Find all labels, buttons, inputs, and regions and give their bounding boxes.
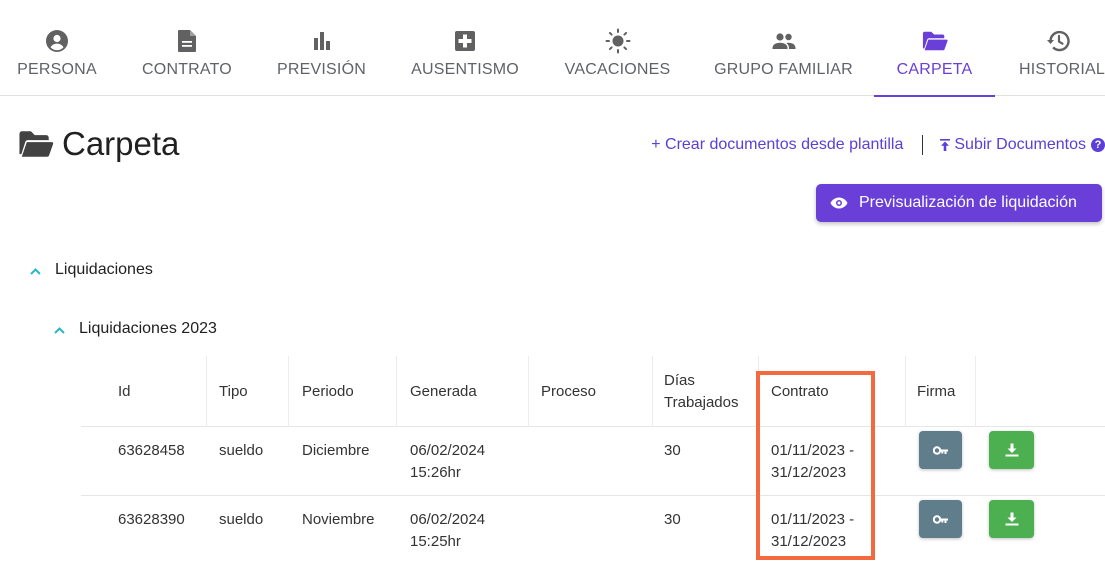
column-header-proceso: Proceso bbox=[541, 382, 597, 400]
column-header-dias-trabajados: Días Trabajados bbox=[664, 356, 739, 427]
cell-id: 63628458 bbox=[118, 442, 185, 459]
column-header-periodo: Periodo bbox=[302, 382, 354, 400]
chevron-up-icon bbox=[30, 263, 41, 278]
column-header-line: Trabajados bbox=[664, 393, 739, 411]
tab-vacaciones[interactable]: VACACIONES bbox=[564, 0, 671, 96]
table-row: 63628390 sueldo Noviembre 06/02/2024 15:… bbox=[81, 496, 1105, 565]
download-icon bbox=[1005, 443, 1019, 457]
sign-key-button[interactable] bbox=[919, 431, 962, 469]
medical-plus-icon bbox=[452, 28, 478, 54]
header-actions: + Crear documentos desde plantilla Subir… bbox=[651, 135, 1105, 155]
section-liquidaciones-2023[interactable]: Liquidaciones 2023 bbox=[54, 320, 217, 338]
column-divider bbox=[905, 356, 906, 427]
page-title: Carpeta bbox=[18, 125, 179, 163]
cell-tipo: sueldo bbox=[219, 442, 264, 459]
tab-label: CARPETA bbox=[896, 61, 973, 78]
help-icon[interactable]: ? bbox=[1091, 138, 1105, 152]
cell-id: 63628390 bbox=[118, 511, 185, 528]
tab-label: HISTORIAL bbox=[1019, 61, 1105, 78]
history-icon bbox=[1046, 28, 1072, 54]
column-divider bbox=[288, 356, 289, 427]
cell-generada-time: 15:25hr bbox=[410, 533, 461, 550]
column-header-id: Id bbox=[118, 382, 131, 400]
section-liquidaciones[interactable]: Liquidaciones bbox=[30, 261, 153, 279]
cell-generada: 06/02/2024 bbox=[410, 442, 486, 459]
document-icon bbox=[174, 28, 200, 54]
column-header-firma: Firma bbox=[917, 382, 956, 400]
table-header-row: Id Tipo Periodo Generada Proceso Días Tr… bbox=[81, 356, 1105, 427]
key-icon bbox=[932, 445, 949, 455]
cell-tipo: sueldo bbox=[219, 511, 264, 528]
download-button[interactable] bbox=[989, 500, 1034, 538]
tab-label: CONTRATO bbox=[142, 61, 232, 78]
tab-label: VACACIONES bbox=[564, 61, 671, 78]
key-icon bbox=[932, 514, 949, 524]
column-header-line: Días bbox=[664, 371, 695, 389]
page-title-text: Carpeta bbox=[62, 125, 180, 162]
column-divider bbox=[652, 356, 653, 427]
sign-key-button[interactable] bbox=[919, 500, 962, 538]
cell-generada-time: 15:26hr bbox=[410, 464, 461, 481]
cell-periodo: Diciembre bbox=[302, 442, 370, 459]
cell-periodo: Noviembre bbox=[302, 511, 375, 528]
eye-icon bbox=[830, 197, 848, 209]
tab-label: GRUPO FAMILIAR bbox=[714, 61, 853, 78]
divider bbox=[922, 135, 924, 155]
tab-persona[interactable]: PERSONA bbox=[17, 0, 97, 96]
upload-documents-link[interactable]: Subir Documentos ? bbox=[939, 136, 1105, 154]
tab-prevision[interactable]: PREVISIÓN bbox=[277, 0, 366, 96]
column-divider bbox=[975, 356, 976, 427]
cell-dias: 30 bbox=[664, 511, 681, 528]
column-divider bbox=[206, 356, 207, 427]
download-icon bbox=[1005, 512, 1019, 526]
tab-bar: PERSONA CONTRATO PREVISIÓN AUSENTISMO VA… bbox=[0, 0, 1105, 97]
tab-grupo-familiar[interactable]: GRUPO FAMILIAR bbox=[714, 0, 853, 96]
create-from-template-link[interactable]: + Crear documentos desde plantilla bbox=[651, 136, 903, 154]
active-tab-indicator bbox=[874, 95, 995, 97]
tab-label: PERSONA bbox=[17, 61, 97, 78]
cell-dias: 30 bbox=[664, 442, 681, 459]
download-button[interactable] bbox=[989, 431, 1034, 469]
tab-label: AUSENTISMO bbox=[411, 61, 519, 78]
sun-icon bbox=[605, 28, 631, 54]
account-circle-icon bbox=[44, 28, 70, 54]
column-divider bbox=[528, 356, 529, 427]
tab-historial[interactable]: HISTORIAL bbox=[1019, 0, 1105, 96]
chevron-up-icon bbox=[54, 322, 65, 337]
section-title: Liquidaciones bbox=[55, 261, 153, 278]
tab-carpeta[interactable]: CARPETA bbox=[874, 0, 995, 97]
upload-documents-label: Subir Documentos bbox=[954, 136, 1086, 153]
cell-generada: 06/02/2024 bbox=[410, 511, 486, 528]
table-row: 63628458 sueldo Diciembre 06/02/2024 15:… bbox=[81, 427, 1105, 496]
preview-settlement-button[interactable]: Previsualización de liquidación bbox=[816, 184, 1102, 222]
section-title: Liquidaciones 2023 bbox=[79, 320, 217, 337]
bar-chart-icon bbox=[309, 28, 335, 54]
folder-open-icon bbox=[922, 28, 948, 54]
column-header-tipo: Tipo bbox=[219, 382, 248, 400]
people-icon bbox=[771, 28, 797, 54]
tab-label: PREVISIÓN bbox=[277, 61, 366, 78]
contrato-column-highlight bbox=[756, 371, 875, 560]
preview-settlement-label: Previsualización de liquidación bbox=[859, 194, 1077, 211]
upload-icon bbox=[939, 138, 951, 152]
folder-open-icon bbox=[18, 130, 54, 158]
tab-ausentismo[interactable]: AUSENTISMO bbox=[411, 0, 519, 96]
tab-contrato[interactable]: CONTRATO bbox=[142, 0, 232, 96]
column-header-generada: Generada bbox=[410, 382, 477, 400]
column-divider bbox=[396, 356, 397, 427]
